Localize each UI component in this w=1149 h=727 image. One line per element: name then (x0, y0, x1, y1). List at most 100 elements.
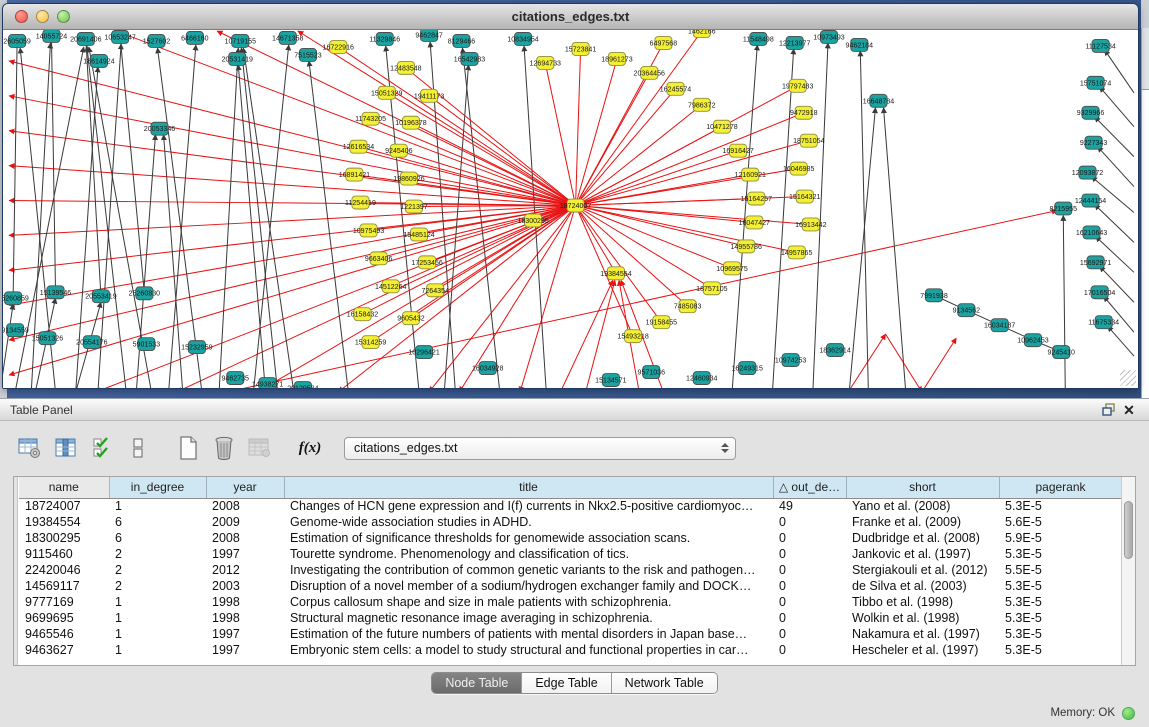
graph-node[interactable]: 11127534 (1085, 39, 1115, 52)
cell-name[interactable]: 9115460 (19, 546, 109, 562)
table-row[interactable]: 1830029562008Estimation of significance … (19, 530, 1122, 546)
new-table-icon[interactable] (172, 433, 204, 463)
cell-short[interactable]: Franke et al. (2009) (846, 514, 999, 530)
graph-node[interactable]: 20553419 (85, 290, 117, 303)
graph-edge[interactable] (576, 151, 739, 206)
network-graph[interactable]: 1872400718300295193845541248354815051329… (3, 30, 1138, 388)
cell-pagerank[interactable]: 5.9E-5 (999, 530, 1122, 546)
graph-node[interactable]: 15723841 (565, 42, 597, 55)
graph-edge[interactable] (238, 65, 265, 388)
graph-node[interactable]: 9462184 (846, 38, 874, 51)
cell-title[interactable]: Estimation of significance thresholds fo… (284, 530, 773, 546)
graph-node[interactable]: 12444154 (1075, 194, 1107, 207)
graph-edge[interactable] (387, 93, 576, 206)
graph-node[interactable]: 7986372 (688, 98, 716, 111)
cell-short[interactable]: Jankovic et al. (1997) (846, 546, 999, 562)
graph-node[interactable]: 9663406 (365, 252, 393, 265)
cell-short[interactable]: Wolkin et al. (1998) (846, 610, 999, 626)
graph-node[interactable]: 15485124 (403, 228, 435, 241)
graph-node[interactable]: 16047427 (739, 216, 771, 229)
graph-node[interactable]: 1527602 (143, 34, 171, 47)
cell-name[interactable]: 9699695 (19, 610, 109, 626)
graph-edge[interactable] (51, 36, 55, 292)
cell-pagerank[interactable]: 5.3E-5 (999, 546, 1122, 562)
column-settings-icon[interactable] (14, 433, 46, 463)
cell-name[interactable]: 18724007 (19, 498, 109, 514)
graph-node[interactable]: 25260830 (129, 287, 161, 300)
graph-node[interactable]: 8215955 (1050, 202, 1078, 215)
column-header-short[interactable]: short (846, 477, 999, 498)
table-row[interactable]: 946554611997Estimation of the future num… (19, 626, 1122, 642)
graph-edge[interactable] (576, 206, 712, 289)
table-row[interactable]: 2242004622012Investigating the contribut… (19, 562, 1122, 578)
graph-node[interactable]: 14055724 (36, 30, 68, 42)
close-panel-icon[interactable]: ✕ (1119, 401, 1139, 419)
column-header-pagerank[interactable]: pagerank (999, 477, 1122, 498)
cell-in_degree[interactable]: 1 (109, 498, 206, 514)
cell-out_degree[interactable]: 0 (773, 546, 846, 562)
graph-node[interactable]: 16046985 (783, 162, 815, 175)
map-table-icon-disabled[interactable] (244, 433, 276, 463)
tab-node-table[interactable]: Node Table (432, 673, 522, 693)
graph-node[interactable]: 1462166 (688, 30, 716, 37)
graph-node[interactable]: 16913442 (795, 218, 827, 231)
graph-node[interactable]: 9472918 (790, 106, 818, 119)
graph-node[interactable]: 14671358 (272, 31, 304, 44)
graph-node[interactable]: 15751074 (1080, 76, 1112, 89)
cell-pagerank[interactable]: 5.6E-5 (999, 514, 1122, 530)
cell-in_degree[interactable]: 6 (109, 514, 206, 530)
graph-edge[interactable] (298, 31, 576, 206)
graph-node[interactable]: 11548498 (743, 32, 774, 45)
graph-edge[interactable] (219, 48, 238, 388)
cell-short[interactable]: de Silva et al. (2003) (846, 578, 999, 594)
cell-out_degree[interactable]: 0 (773, 642, 846, 658)
cell-out_degree[interactable]: 49 (773, 498, 846, 514)
cell-title[interactable]: Genome-wide association studies in ADHD. (284, 514, 773, 530)
function-builder-icon[interactable]: f(x) (294, 433, 326, 463)
memory-status-indicator[interactable] (1122, 707, 1135, 720)
graph-edge[interactable] (1063, 215, 1065, 388)
column-header-out_degree[interactable]: △ out_de… (773, 477, 846, 498)
graph-node[interactable]: 9329966 (1077, 106, 1105, 119)
table-row[interactable]: 946362711997Embryonic stem cells: a mode… (19, 642, 1122, 658)
table-row[interactable]: 1938455462009Genome-wide association stu… (19, 514, 1122, 530)
graph-node[interactable]: 5901533 (133, 338, 161, 351)
cell-in_degree[interactable]: 2 (109, 578, 206, 594)
graph-node[interactable]: 11675334 (1088, 316, 1119, 329)
graph-node[interactable]: 15314259 (355, 336, 387, 349)
graph-node[interactable]: 10973493 (813, 30, 845, 43)
graph-node[interactable]: 20691406 (70, 32, 102, 45)
cell-year[interactable]: 2008 (206, 530, 284, 546)
cell-out_degree[interactable]: 0 (773, 594, 846, 610)
table-panel-titlebar[interactable]: Table Panel ✕ (0, 398, 1149, 421)
graph-node[interactable]: 15134571 (595, 374, 627, 387)
graph-node[interactable]: 12213977 (779, 36, 811, 49)
column-header-in_degree[interactable]: in_degree (109, 477, 206, 498)
graph-node[interactable]: 9605432 (397, 312, 425, 325)
graph-node[interactable]: 17016504 (1084, 286, 1116, 299)
graph-node[interactable]: 14955786 (730, 240, 762, 253)
graph-edge[interactable] (576, 206, 688, 307)
graph-edge[interactable] (1098, 147, 1134, 187)
table-scrollbar-thumb[interactable] (1124, 501, 1133, 559)
graph-edge[interactable] (1108, 326, 1134, 356)
graph-edge[interactable] (813, 43, 828, 388)
cell-out_degree[interactable]: 0 (773, 578, 846, 594)
graph-edge[interactable] (576, 89, 676, 206)
graph-node[interactable]: 6497568 (650, 36, 678, 49)
cell-out_degree[interactable]: 0 (773, 610, 846, 626)
cell-title[interactable]: Changes of HCN gene expression and I(f) … (284, 498, 773, 514)
graph-node[interactable]: 8129466 (448, 34, 476, 47)
column-header-name[interactable]: name (19, 477, 109, 498)
cell-name[interactable]: 14569117 (19, 578, 109, 594)
graph-node[interactable]: 20364456 (634, 66, 666, 79)
graph-node[interactable]: 16542983 (454, 52, 486, 65)
cell-in_degree[interactable]: 1 (109, 594, 206, 610)
table-row[interactable]: 1872400712008Changes of HCN gene express… (19, 498, 1122, 514)
graph-node[interactable]: 12160921 (735, 168, 767, 181)
graph-edge[interactable] (576, 206, 811, 225)
graph-node[interactable]: 11329846 (369, 32, 400, 45)
graph-node[interactable]: 9462735 (222, 372, 250, 385)
delete-table-trash-icon[interactable] (208, 433, 240, 463)
graph-node[interactable]: 10834954 (507, 32, 539, 45)
